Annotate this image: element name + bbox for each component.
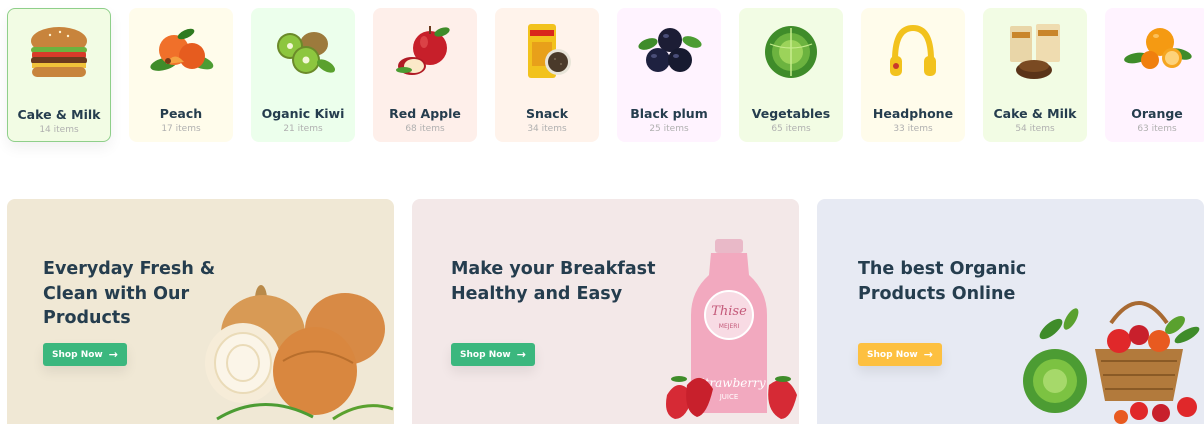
category-card-kiwi[interactable]: Oganic Kiwi 21 items: [251, 8, 355, 142]
promo-banners: Everyday Fresh & Clean with Our Products…: [7, 199, 1204, 424]
headphone-icon: [873, 16, 953, 88]
category-count: 63 items: [1137, 124, 1177, 134]
category-name: Cake & Milk: [993, 106, 1077, 121]
milk-bottle-icon: Thise MEJERI Strawberry JUICE: [666, 239, 797, 419]
category-card-orange[interactable]: Orange 63 items: [1105, 8, 1204, 142]
shop-now-button[interactable]: Shop Now →: [858, 343, 942, 366]
category-name: Snack: [525, 106, 569, 121]
kiwi-icon: [263, 16, 343, 88]
snack-bag-icon: [507, 16, 587, 88]
category-count: 17 items: [161, 124, 201, 134]
cake-pack-icon: [995, 16, 1075, 88]
bottle-juice-text: JUICE: [719, 393, 739, 401]
shop-now-button[interactable]: Shop Now →: [43, 343, 127, 366]
banner-title: Make your Breakfast Healthy and Easy: [451, 259, 656, 304]
category-name: Red Apple: [389, 106, 461, 121]
promo-banner-organic[interactable]: The best Organic Products Online Shop No…: [817, 199, 1204, 424]
category-count: 34 items: [527, 124, 567, 134]
bottle-sub-text: MEJERI: [719, 323, 740, 330]
shop-now-label: Shop Now: [867, 349, 918, 360]
category-count: 68 items: [405, 124, 445, 134]
arrow-right-icon: →: [108, 348, 118, 361]
promo-banner-breakfast[interactable]: Make your Breakfast Healthy and Easy Sho…: [412, 199, 799, 424]
category-card-headphone[interactable]: Headphone 33 items: [861, 8, 965, 142]
category-name: Black plum: [630, 106, 708, 121]
category-strip: Cake & Milk 14 items Peach 17 items Ogan…: [7, 8, 1204, 142]
orange-icon: [1117, 16, 1197, 88]
category-name: Orange: [1131, 106, 1183, 121]
category-count: 65 items: [771, 124, 811, 134]
shop-now-label: Shop Now: [460, 349, 511, 360]
category-name: Peach: [159, 106, 203, 121]
onion-icon: [205, 285, 394, 421]
category-card-black-plum[interactable]: Black plum 25 items: [617, 8, 721, 142]
burger-icon: [19, 17, 99, 89]
category-card-red-apple[interactable]: Red Apple 68 items: [373, 8, 477, 142]
category-count: 14 items: [39, 125, 79, 135]
bottle-brand-text: Thise: [711, 304, 747, 319]
apple-icon: [385, 16, 465, 88]
category-name: Oganic Kiwi: [261, 106, 345, 121]
category-card-cake-milk-2[interactable]: Cake & Milk 54 items: [983, 8, 1087, 142]
arrow-right-icon: →: [923, 348, 933, 361]
category-count: 21 items: [283, 124, 323, 134]
category-card-snack[interactable]: Snack 34 items: [495, 8, 599, 142]
category-card-cake-milk[interactable]: Cake & Milk 14 items: [7, 8, 111, 142]
cabbage-icon: [751, 16, 831, 88]
vegetable-basket-icon: [1023, 301, 1200, 424]
promo-banner-fresh[interactable]: Everyday Fresh & Clean with Our Products…: [7, 199, 394, 424]
category-name: Cake & Milk: [17, 107, 101, 122]
plum-icon: [629, 16, 709, 88]
category-name: Headphone: [872, 106, 954, 121]
category-count: 25 items: [649, 124, 689, 134]
arrow-right-icon: →: [516, 348, 526, 361]
category-card-peach[interactable]: Peach 17 items: [129, 8, 233, 142]
peach-icon: [141, 16, 221, 88]
category-count: 54 items: [1015, 124, 1055, 134]
category-count: 33 items: [893, 124, 933, 134]
page: Cake & Milk 14 items Peach 17 items Ogan…: [0, 0, 1204, 424]
category-name: Vegetables: [751, 106, 831, 121]
category-card-vegetables[interactable]: Vegetables 65 items: [739, 8, 843, 142]
shop-now-label: Shop Now: [52, 349, 103, 360]
shop-now-button[interactable]: Shop Now →: [451, 343, 535, 366]
